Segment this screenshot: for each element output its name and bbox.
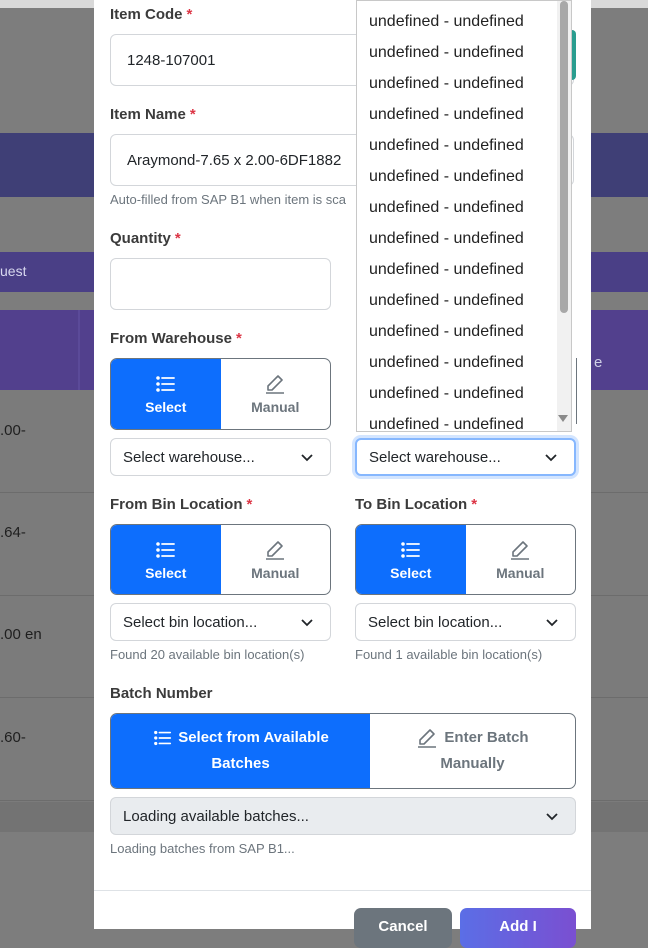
to-warehouse-select[interactable]: Select warehouse...	[355, 438, 576, 476]
dropdown-option[interactable]: undefined - undefined	[369, 106, 524, 124]
from-warehouse-manual-mode-button[interactable]: Manual	[221, 359, 331, 429]
background-fragment: .00-	[0, 422, 26, 439]
dropdown-option[interactable]: undefined - undefined	[369, 385, 524, 403]
batch-hint: Loading batches from SAP B1...	[110, 841, 295, 856]
to-bin-label: To Bin Location *	[355, 496, 478, 513]
batch-select-mode-button[interactable]: Select from Available Batches	[111, 714, 370, 788]
batch-mode-toggle: Select from Available Batches Enter Batc…	[110, 713, 576, 789]
dropdown-option[interactable]: undefined - undefined	[369, 168, 524, 186]
dropdown-option[interactable]: undefined - undefined	[369, 416, 524, 431]
dropdown-option[interactable]: undefined - undefined	[369, 44, 524, 62]
dropdown-option[interactable]: undefined - undefined	[369, 323, 524, 341]
to-bin-manual-mode-button[interactable]: Manual	[466, 525, 576, 594]
dropdown-option[interactable]: undefined - undefined	[369, 13, 524, 31]
background-fragment: .60-	[0, 729, 26, 746]
batch-select[interactable]: Loading available batches...	[110, 797, 576, 835]
hidden-field-edge	[572, 30, 576, 80]
to-bin-select[interactable]: Select bin location...	[355, 603, 576, 641]
from-bin-label: From Bin Location *	[110, 496, 253, 513]
from-warehouse-select-mode-button[interactable]: Select	[111, 359, 221, 429]
list-icon	[155, 541, 175, 558]
list-icon	[154, 730, 172, 746]
batch-number-label: Batch Number	[110, 685, 213, 702]
from-bin-select[interactable]: Select bin location...	[110, 603, 331, 641]
item-code-label: Item Code *	[110, 6, 193, 23]
dropdown-option[interactable]: undefined - undefined	[369, 292, 524, 310]
from-warehouse-mode-toggle: Select Manual	[110, 358, 331, 430]
pencil-icon	[266, 540, 285, 560]
list-icon	[400, 541, 420, 558]
pencil-icon	[418, 729, 437, 748]
dropdown-option[interactable]: undefined - undefined	[369, 261, 524, 279]
background-fragment: .00 en	[0, 626, 42, 643]
pencil-icon	[266, 375, 285, 394]
scroll-down-arrow-icon[interactable]	[558, 415, 568, 422]
to-bin-hint: Found 1 available bin location(s)	[355, 647, 543, 662]
background-fragment: .64-	[0, 524, 26, 541]
quantity-input[interactable]	[110, 258, 331, 310]
item-name-hint: Auto-filled from SAP B1 when item is sca	[110, 192, 347, 207]
chevron-down-icon	[545, 454, 557, 462]
from-warehouse-label: From Warehouse *	[110, 330, 242, 347]
dropdown-option[interactable]: undefined - undefined	[369, 75, 524, 93]
chevron-down-icon	[546, 813, 558, 821]
hidden-toggle-edge	[572, 358, 577, 424]
chevron-down-icon	[301, 454, 313, 462]
to-bin-select-mode-button[interactable]: Select	[356, 525, 466, 594]
from-warehouse-select[interactable]: Select warehouse...	[110, 438, 331, 476]
dropdown-option[interactable]: undefined - undefined	[369, 137, 524, 155]
background-fragment: e	[594, 354, 603, 371]
chevron-down-icon	[301, 619, 313, 627]
dropdown-option[interactable]: undefined - undefined	[369, 354, 524, 372]
batch-manual-mode-button[interactable]: Enter Batch Manually	[370, 714, 575, 788]
cancel-button[interactable]: Cancel	[354, 908, 452, 948]
dropdown-scrollbar-thumb[interactable]	[560, 1, 568, 313]
to-warehouse-options-list[interactable]: undefined - undefined undefined - undefi…	[356, 0, 572, 432]
modal-footer-divider	[94, 890, 591, 891]
from-bin-mode-toggle: Select Manual	[110, 524, 331, 595]
from-bin-select-mode-button[interactable]: Select	[111, 525, 221, 594]
quantity-label: Quantity *	[110, 230, 181, 247]
from-bin-manual-mode-button[interactable]: Manual	[221, 525, 331, 594]
pencil-icon	[511, 540, 530, 560]
dropdown-option[interactable]: undefined - undefined	[369, 230, 524, 248]
to-bin-mode-toggle: Select Manual	[355, 524, 576, 595]
background-fragment: uest	[0, 263, 27, 279]
item-name-label: Item Name *	[110, 106, 196, 123]
from-bin-hint: Found 20 available bin location(s)	[110, 647, 305, 662]
list-icon	[155, 376, 175, 392]
chevron-down-icon	[546, 619, 558, 627]
add-item-button[interactable]: Add I	[460, 908, 576, 948]
dropdown-option[interactable]: undefined - undefined	[369, 199, 524, 217]
